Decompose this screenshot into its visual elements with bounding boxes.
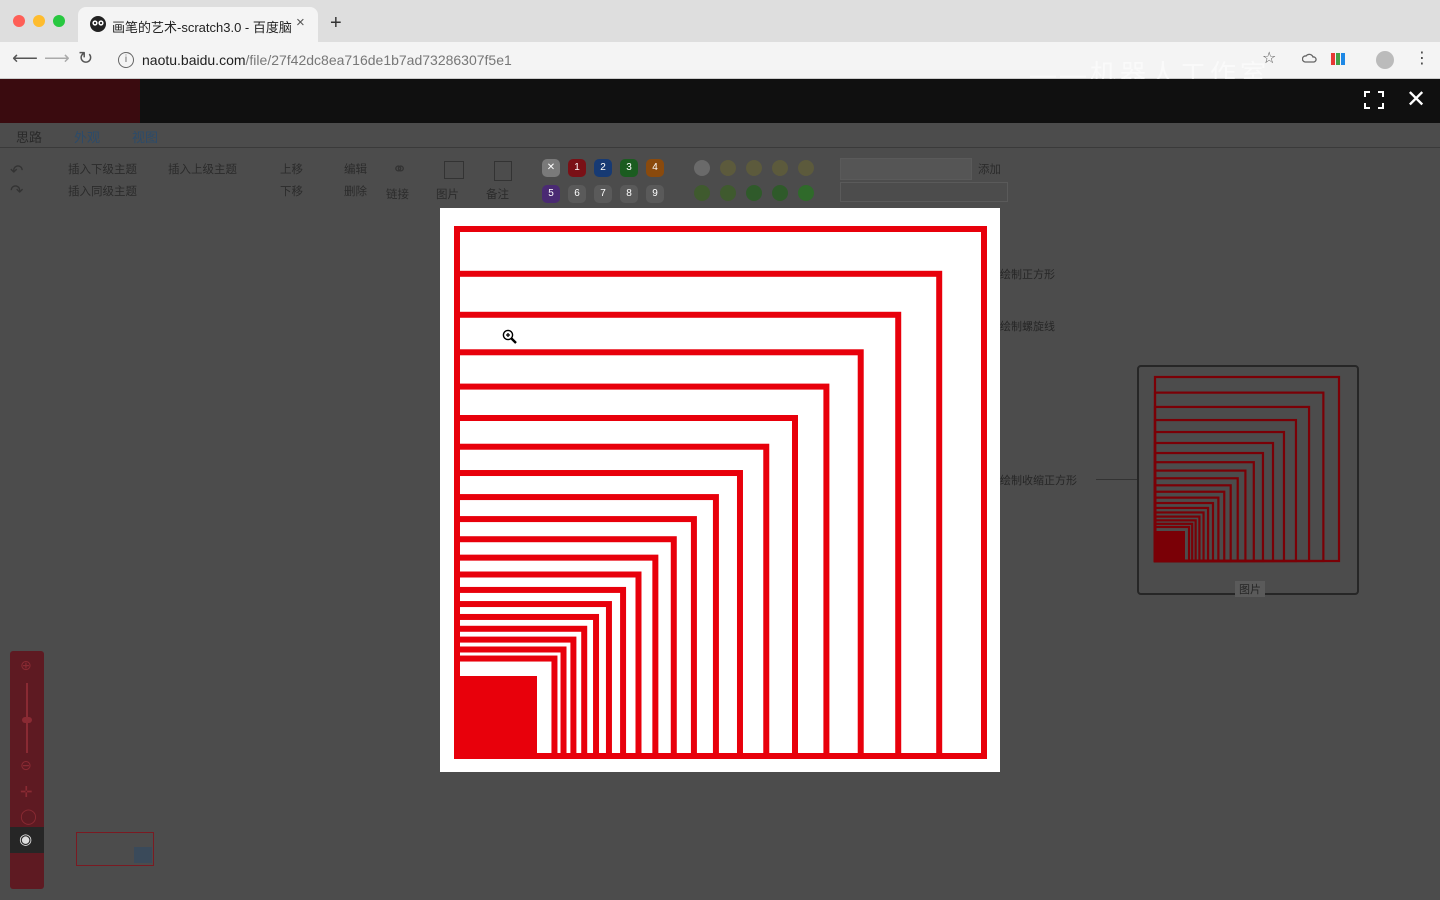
progress-6-icon[interactable]	[746, 185, 762, 201]
progress-3-icon[interactable]	[798, 160, 814, 176]
image-button[interactable]: 图片	[436, 186, 459, 202]
minimize-window-button[interactable]	[33, 15, 45, 27]
move-down-button[interactable]: 下移	[280, 183, 303, 199]
insert-sibling-button[interactable]: 插入同级主题	[68, 183, 137, 199]
priority-9-button[interactable]: 9	[646, 185, 664, 203]
back-icon[interactable]: ⟵	[12, 48, 38, 69]
image-preview[interactable]	[440, 208, 1000, 772]
browser-tab-strip: 画笔的艺术-scratch3.0 - 百度脑 × +	[0, 0, 1440, 42]
resource-select[interactable]	[840, 182, 1008, 202]
note-icon	[494, 161, 512, 181]
image-node-thumbnail	[1153, 375, 1341, 563]
zoom-in-cursor-icon	[502, 329, 517, 344]
add-resource-button[interactable]: 添加	[978, 161, 1001, 177]
url-text: naotu.baidu.com/file/27f42dc8ea716de1b7a…	[142, 52, 512, 68]
image-icon	[444, 161, 464, 179]
filled-core	[457, 676, 537, 756]
center-icon[interactable]: ◯	[20, 807, 37, 825]
tab-divider	[0, 147, 1440, 148]
priority-8-button[interactable]: 8	[620, 185, 638, 203]
note-button[interactable]: 备注	[486, 186, 509, 202]
link-icon: ⚭	[392, 159, 408, 179]
tab-appearance[interactable]: 外观	[74, 127, 100, 146]
browser-toolbar: ⟵ ⟶ ↻ i naotu.baidu.com/file/27f42dc8ea7…	[0, 42, 1440, 89]
insert-child-button[interactable]: 插入下级主题	[68, 161, 137, 177]
priority-1-button[interactable]: 1	[568, 159, 586, 177]
insert-parent-button[interactable]: 插入上级主题	[168, 161, 237, 177]
close-window-button[interactable]	[13, 15, 25, 27]
close-preview-button[interactable]: ✕	[1406, 85, 1426, 114]
move-icon[interactable]: ✛	[20, 783, 33, 801]
reload-icon[interactable]: ↻	[78, 48, 93, 69]
tab-title: 画笔的艺术-scratch3.0 - 百度脑	[112, 20, 292, 35]
node-draw-square[interactable]: 绘制正方形	[1000, 266, 1055, 282]
priority-7-button[interactable]: 7	[594, 185, 612, 203]
image-node-caption: 图片	[1235, 581, 1265, 597]
profile-avatar[interactable]	[1376, 51, 1394, 69]
connector-line	[1096, 479, 1138, 480]
zoom-window-button[interactable]	[53, 15, 65, 27]
zoom-in-icon[interactable]: ⊕	[20, 657, 32, 674]
extension-colors-icon[interactable]	[1330, 51, 1346, 67]
clear-priority-icon[interactable]: ✕	[542, 159, 560, 177]
eye-icon: ◉	[19, 831, 33, 848]
nested-squares-image	[454, 226, 987, 760]
url-path: /file/27f42dc8ea716de1b7ad73286307f5e1	[245, 52, 512, 68]
zoom-slider-handle[interactable]	[22, 717, 32, 723]
filled-core	[1155, 531, 1185, 561]
zoom-out-icon[interactable]: ⊖	[20, 757, 32, 774]
move-up-button[interactable]: 上移	[280, 161, 303, 177]
link-button[interactable]: 链接	[386, 186, 409, 202]
image-node-frame[interactable]: 图片	[1137, 365, 1359, 597]
priority-2-button[interactable]: 2	[594, 159, 612, 177]
fullscreen-icon[interactable]	[1364, 91, 1384, 109]
redo-icon[interactable]: ↷	[10, 181, 23, 201]
progress-5-icon[interactable]	[720, 185, 736, 201]
app-header: ✕	[0, 79, 1440, 123]
progress-done-icon[interactable]	[798, 185, 814, 201]
resource-input[interactable]	[840, 158, 972, 180]
progress-0-icon[interactable]	[720, 160, 736, 176]
new-tab-button[interactable]: +	[330, 12, 342, 35]
extension-cloud-icon[interactable]	[1302, 51, 1318, 67]
navigator-minimap[interactable]	[48, 747, 184, 867]
app-logo-area	[0, 79, 140, 123]
tab-view[interactable]: 视图	[132, 127, 158, 146]
clear-progress-icon[interactable]	[694, 160, 710, 176]
tab-close-button[interactable]: ×	[296, 14, 305, 31]
priority-6-button[interactable]: 6	[568, 185, 586, 203]
node-draw-spiral[interactable]: 绘制螺旋线	[1000, 318, 1055, 334]
navigator-toggle[interactable]: ◉	[10, 827, 44, 853]
edit-button[interactable]: 编辑	[344, 161, 367, 177]
progress-4-icon[interactable]	[694, 185, 710, 201]
progress-7-icon[interactable]	[772, 185, 788, 201]
owl-favicon-icon	[90, 16, 106, 32]
node-draw-shrinking-square[interactable]: 绘制收缩正方形	[1000, 472, 1077, 488]
url-host: naotu.baidu.com	[142, 52, 246, 68]
delete-button[interactable]: 删除	[344, 183, 367, 199]
undo-icon[interactable]: ↶	[10, 161, 23, 181]
progress-1-icon[interactable]	[746, 160, 762, 176]
priority-3-button[interactable]: 3	[620, 159, 638, 177]
forward-icon[interactable]: ⟶	[44, 48, 70, 69]
info-icon[interactable]: i	[118, 52, 134, 68]
priority-4-button[interactable]: 4	[646, 159, 664, 177]
browser-tab[interactable]: 画笔的艺术-scratch3.0 - 百度脑 ×	[78, 7, 318, 42]
zoom-panel: ⊕ ⊖ ✛ ◯ ◉	[10, 651, 44, 889]
menu-icon[interactable]: ⋮	[1414, 48, 1430, 68]
progress-2-icon[interactable]	[772, 160, 788, 176]
priority-5-button[interactable]: 5	[542, 185, 560, 203]
star-icon[interactable]: ☆	[1262, 48, 1276, 68]
tab-idea[interactable]: 思路	[16, 127, 42, 146]
minimap-node	[134, 847, 152, 863]
